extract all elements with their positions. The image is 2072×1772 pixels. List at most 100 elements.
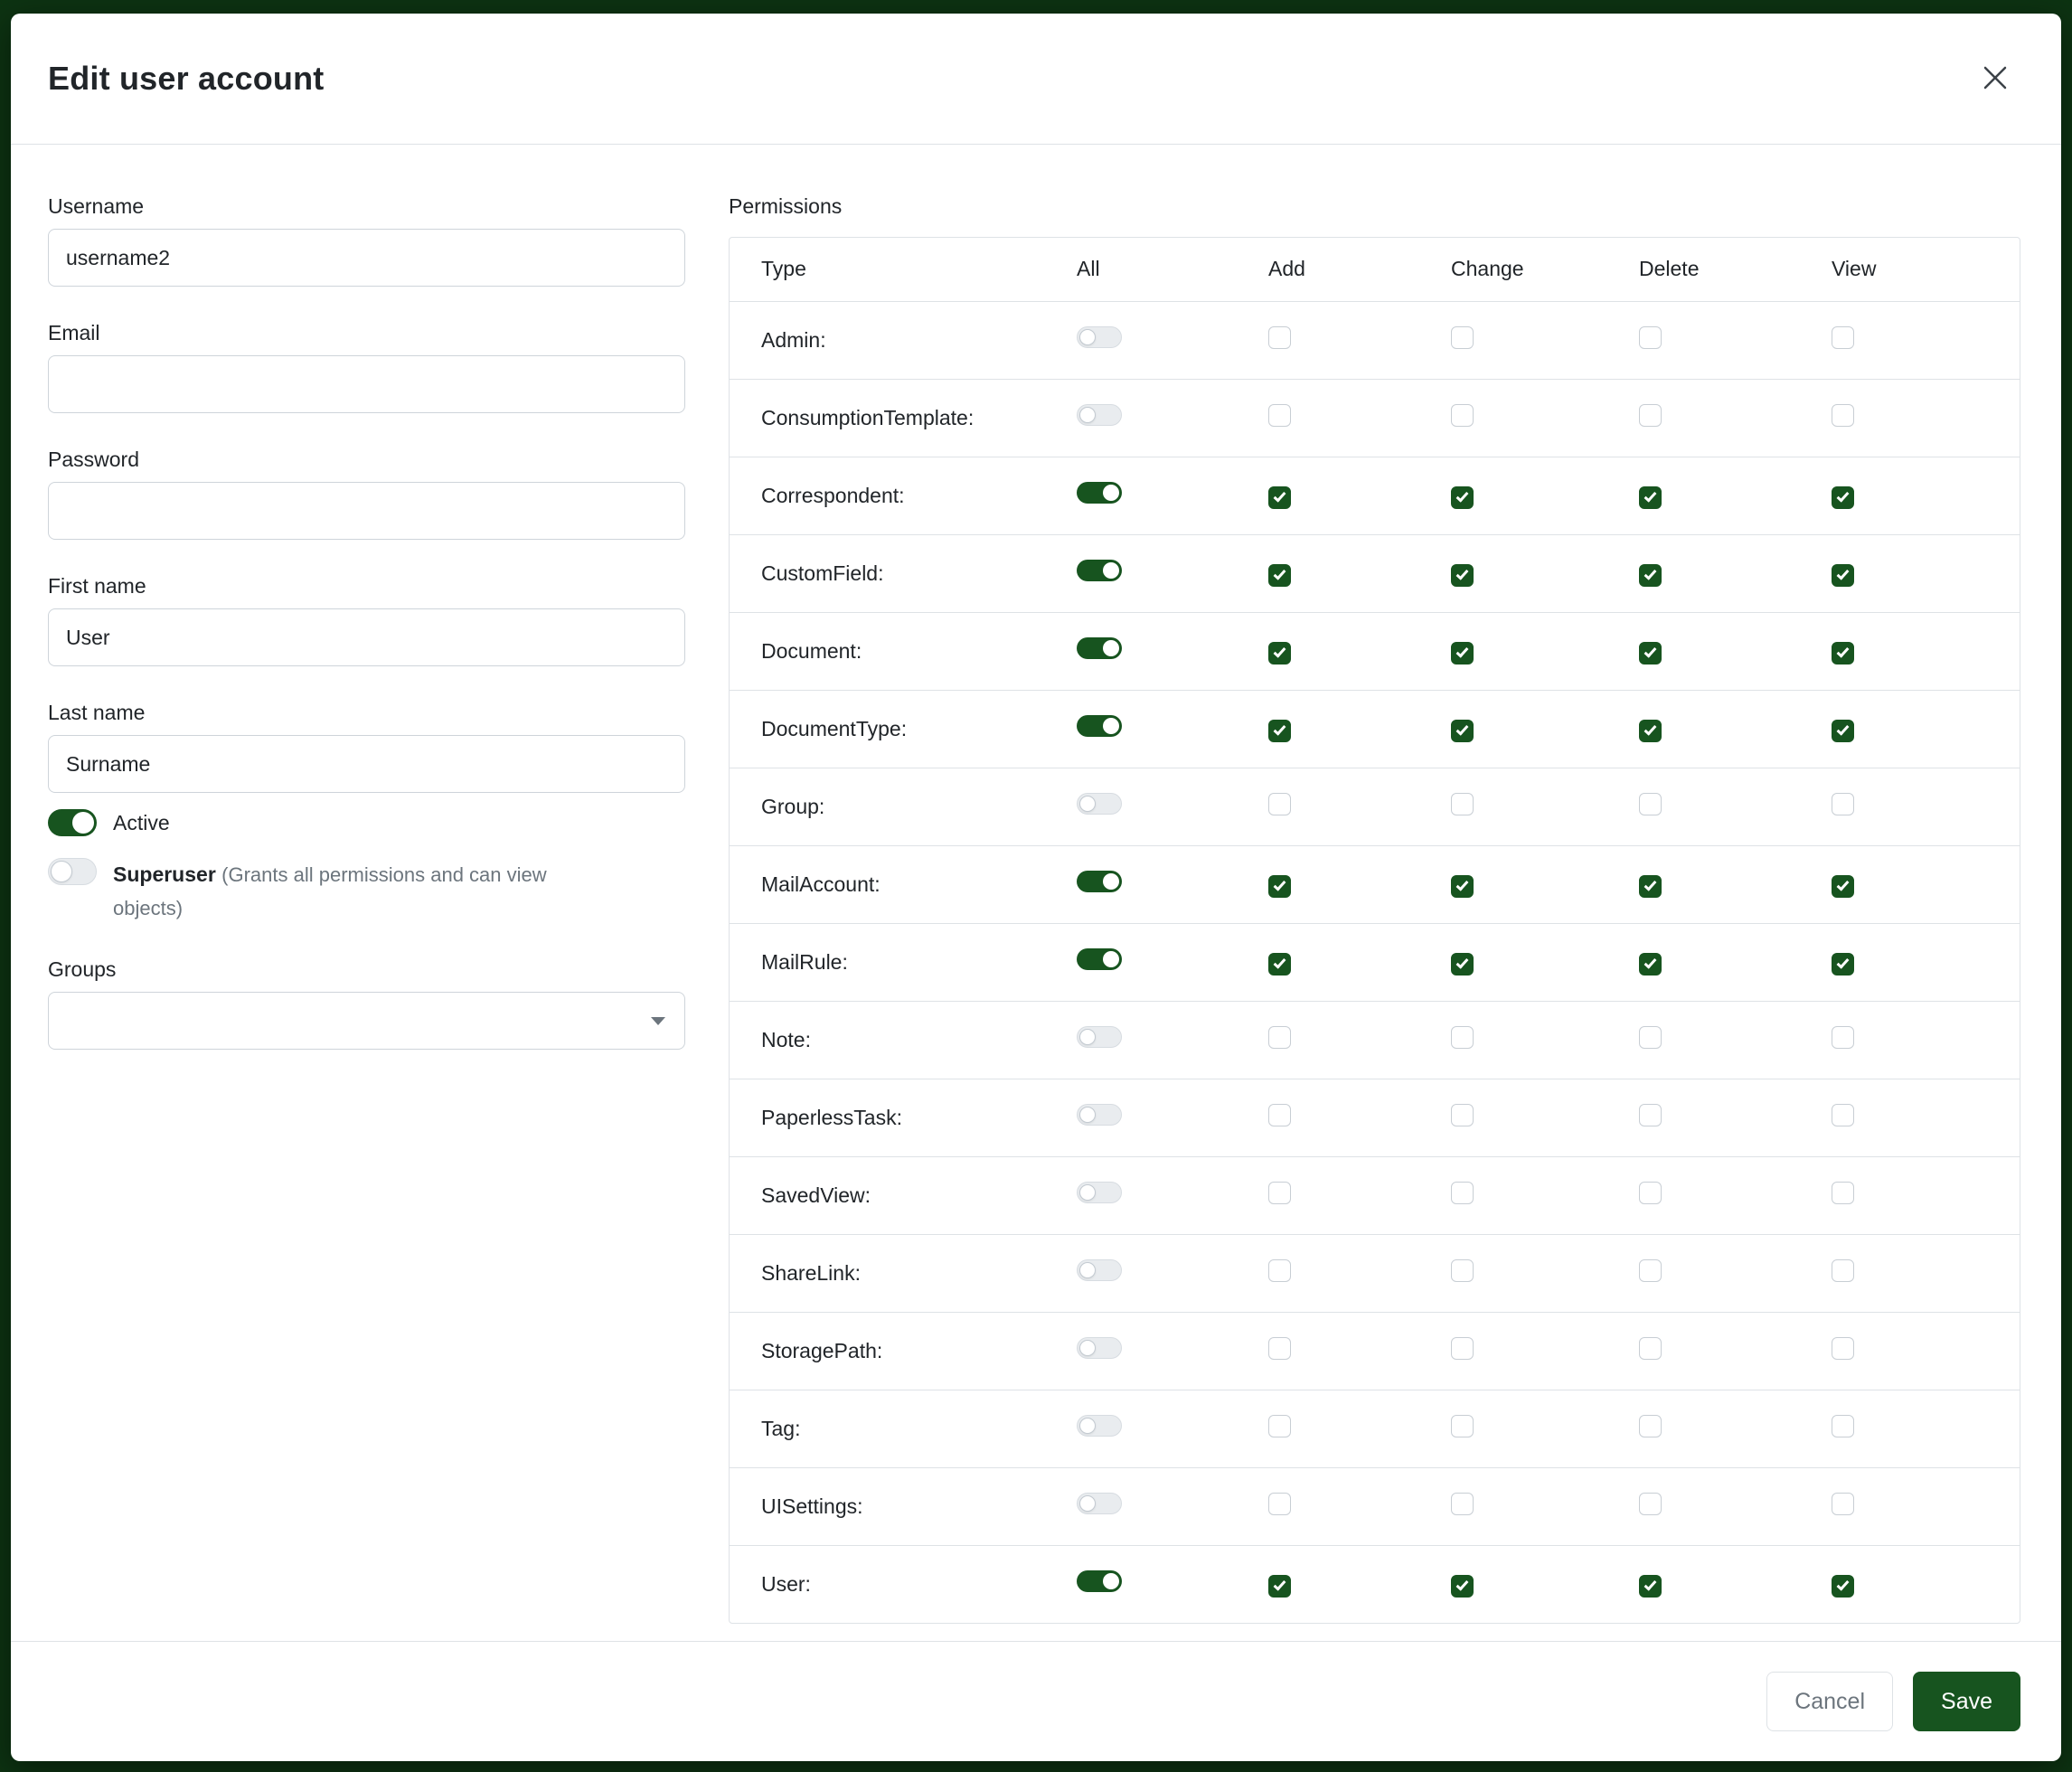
permission-all-toggle[interactable] — [1077, 404, 1122, 426]
first-name-input[interactable] — [48, 608, 685, 666]
permission-change-checkbox[interactable] — [1451, 1104, 1474, 1126]
permission-view-checkbox[interactable] — [1832, 875, 1854, 898]
permission-delete-checkbox[interactable] — [1639, 1104, 1662, 1126]
username-input[interactable] — [48, 229, 685, 287]
permission-all-toggle[interactable] — [1077, 1259, 1122, 1281]
permission-view-checkbox[interactable] — [1832, 486, 1854, 509]
permission-all-toggle[interactable] — [1077, 948, 1122, 970]
active-label: Active — [113, 809, 170, 836]
permission-delete-checkbox[interactable] — [1639, 953, 1662, 976]
groups-input[interactable] — [48, 992, 685, 1050]
superuser-toggle[interactable] — [48, 858, 97, 885]
permission-delete-checkbox[interactable] — [1639, 1026, 1662, 1049]
permission-change-checkbox[interactable] — [1451, 1182, 1474, 1204]
permission-change-checkbox[interactable] — [1451, 793, 1474, 815]
permission-all-toggle[interactable] — [1077, 793, 1122, 815]
permission-view-checkbox[interactable] — [1832, 793, 1854, 815]
permission-view-checkbox[interactable] — [1832, 1337, 1854, 1360]
permission-add-checkbox[interactable] — [1268, 1104, 1291, 1126]
permission-all-toggle[interactable] — [1077, 1182, 1122, 1203]
permission-add-checkbox[interactable] — [1268, 1026, 1291, 1049]
permission-view-checkbox[interactable] — [1832, 326, 1854, 349]
permission-all-toggle[interactable] — [1077, 1104, 1122, 1126]
permission-add-checkbox[interactable] — [1268, 875, 1291, 898]
permission-type-label: Group: — [730, 768, 1077, 845]
permission-add-checkbox[interactable] — [1268, 1337, 1291, 1360]
permission-view-checkbox[interactable] — [1832, 564, 1854, 587]
permission-add-checkbox[interactable] — [1268, 564, 1291, 587]
permission-add-checkbox[interactable] — [1268, 1259, 1291, 1282]
permission-view-checkbox[interactable] — [1832, 720, 1854, 742]
permission-change-checkbox[interactable] — [1451, 1415, 1474, 1437]
permission-all-toggle[interactable] — [1077, 1493, 1122, 1514]
permission-view-checkbox[interactable] — [1832, 1026, 1854, 1049]
permission-change-checkbox[interactable] — [1451, 1337, 1474, 1360]
permission-all-toggle[interactable] — [1077, 715, 1122, 737]
permission-all-toggle[interactable] — [1077, 326, 1122, 348]
permission-delete-checkbox[interactable] — [1639, 1182, 1662, 1204]
cancel-button[interactable]: Cancel — [1766, 1672, 1893, 1731]
permission-all-toggle[interactable] — [1077, 482, 1122, 504]
permission-all-toggle[interactable] — [1077, 871, 1122, 892]
close-button[interactable] — [1973, 56, 2018, 101]
permission-add-checkbox[interactable] — [1268, 1415, 1291, 1437]
permission-view-checkbox[interactable] — [1832, 1575, 1854, 1598]
permission-delete-checkbox[interactable] — [1639, 1415, 1662, 1437]
permission-view-checkbox[interactable] — [1832, 642, 1854, 664]
permission-add-checkbox[interactable] — [1268, 326, 1291, 349]
permission-add-checkbox[interactable] — [1268, 1182, 1291, 1204]
permission-change-checkbox[interactable] — [1451, 1026, 1474, 1049]
permission-all-toggle[interactable] — [1077, 637, 1122, 659]
permission-change-checkbox[interactable] — [1451, 404, 1474, 427]
permission-delete-checkbox[interactable] — [1639, 642, 1662, 664]
permission-all-toggle[interactable] — [1077, 1570, 1122, 1592]
permission-change-checkbox[interactable] — [1451, 642, 1474, 664]
permission-change-checkbox[interactable] — [1451, 564, 1474, 587]
permission-change-checkbox[interactable] — [1451, 875, 1474, 898]
save-button[interactable]: Save — [1913, 1672, 2020, 1731]
permission-view-checkbox[interactable] — [1832, 1182, 1854, 1204]
permission-view-checkbox[interactable] — [1832, 404, 1854, 427]
permission-all-toggle[interactable] — [1077, 1337, 1122, 1359]
permission-view-checkbox[interactable] — [1832, 1104, 1854, 1126]
permission-change-checkbox[interactable] — [1451, 486, 1474, 509]
username-group: Username — [48, 194, 685, 287]
permission-view-checkbox[interactable] — [1832, 953, 1854, 976]
permission-delete-checkbox[interactable] — [1639, 326, 1662, 349]
permission-delete-checkbox[interactable] — [1639, 1337, 1662, 1360]
permission-change-checkbox[interactable] — [1451, 1575, 1474, 1598]
permission-delete-checkbox[interactable] — [1639, 1575, 1662, 1598]
active-toggle[interactable] — [48, 809, 97, 836]
permission-add-checkbox[interactable] — [1268, 1575, 1291, 1598]
email-field[interactable] — [48, 355, 685, 413]
permission-all-toggle[interactable] — [1077, 560, 1122, 581]
permission-add-checkbox[interactable] — [1268, 404, 1291, 427]
permission-all-toggle[interactable] — [1077, 1026, 1122, 1048]
permission-delete-checkbox[interactable] — [1639, 1259, 1662, 1282]
permission-add-checkbox[interactable] — [1268, 720, 1291, 742]
permission-change-checkbox[interactable] — [1451, 1493, 1474, 1515]
permission-delete-checkbox[interactable] — [1639, 720, 1662, 742]
permission-delete-checkbox[interactable] — [1639, 564, 1662, 587]
permission-view-checkbox[interactable] — [1832, 1493, 1854, 1515]
permission-change-checkbox[interactable] — [1451, 1259, 1474, 1282]
groups-select[interactable] — [48, 992, 685, 1050]
permission-change-checkbox[interactable] — [1451, 326, 1474, 349]
permission-add-checkbox[interactable] — [1268, 642, 1291, 664]
permission-change-checkbox[interactable] — [1451, 953, 1474, 976]
permission-add-checkbox[interactable] — [1268, 953, 1291, 976]
permission-add-checkbox[interactable] — [1268, 1493, 1291, 1515]
permission-add-checkbox[interactable] — [1268, 793, 1291, 815]
permission-change-checkbox[interactable] — [1451, 720, 1474, 742]
permission-delete-checkbox[interactable] — [1639, 793, 1662, 815]
permission-delete-checkbox[interactable] — [1639, 1493, 1662, 1515]
permission-delete-checkbox[interactable] — [1639, 486, 1662, 509]
permission-all-toggle[interactable] — [1077, 1415, 1122, 1437]
permission-view-checkbox[interactable] — [1832, 1259, 1854, 1282]
permission-delete-checkbox[interactable] — [1639, 875, 1662, 898]
password-field[interactable] — [48, 482, 685, 540]
permission-delete-checkbox[interactable] — [1639, 404, 1662, 427]
permission-add-checkbox[interactable] — [1268, 486, 1291, 509]
permission-view-checkbox[interactable] — [1832, 1415, 1854, 1437]
last-name-input[interactable] — [48, 735, 685, 793]
